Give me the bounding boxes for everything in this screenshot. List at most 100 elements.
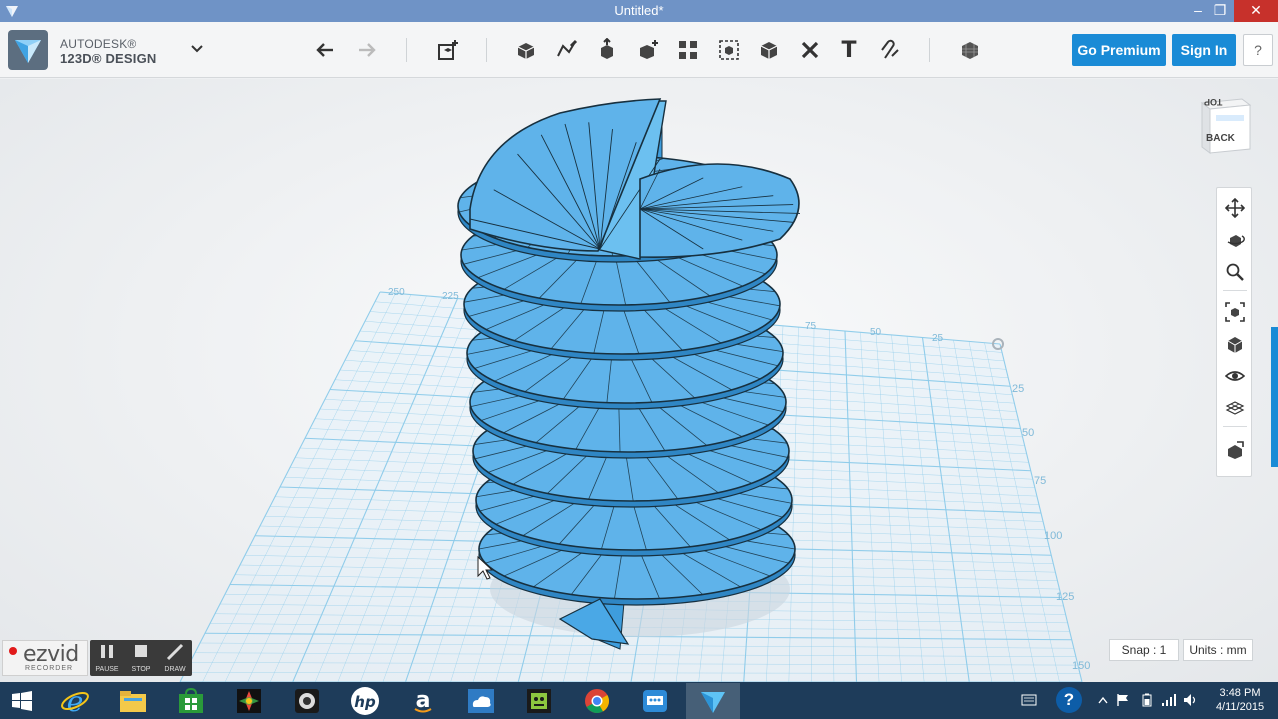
pause-button[interactable]: PAUSE <box>90 640 124 676</box>
grid-label-top: 75 <box>805 321 817 332</box>
pause-label: PAUSE <box>95 666 119 673</box>
draw-label: DRAW <box>164 666 186 673</box>
internet-explorer-icon: e <box>61 686 89 716</box>
taskbar: e hp a ? 3:48 PM 4/11/2015 <box>0 682 1278 719</box>
record-indicator-icon <box>9 647 17 655</box>
scene-canvas[interactable]: 250 225 75 50 25 25 50 75 100 125 150 <box>0 79 1278 682</box>
draw-button[interactable]: DRAW <box>158 640 192 676</box>
combine-icon[interactable] <box>755 36 783 64</box>
pattern-icon[interactable] <box>674 36 702 64</box>
taskbar-store[interactable] <box>164 683 218 719</box>
construct-icon[interactable] <box>593 36 621 64</box>
primitives-icon[interactable] <box>512 36 540 64</box>
orbit-icon[interactable] <box>1223 228 1247 252</box>
help-button[interactable]: ? <box>1243 34 1273 66</box>
taskbar-media-app[interactable] <box>222 683 276 719</box>
windows-logo-icon <box>12 691 32 711</box>
grouping-icon[interactable] <box>715 36 743 64</box>
material-visibility-icon[interactable] <box>1223 438 1247 462</box>
taskbar-onedrive[interactable] <box>454 683 508 719</box>
ezvid-logo-text: ezvid <box>23 642 79 667</box>
battery-icon[interactable] <box>1138 691 1156 709</box>
help-tray-icon[interactable]: ? <box>1056 687 1082 713</box>
store-icon <box>179 687 203 713</box>
sign-in-button[interactable]: Sign In <box>1172 34 1236 66</box>
redo-icon[interactable] <box>352 36 380 64</box>
camera-icon <box>295 689 319 713</box>
system-clock[interactable]: 3:48 PM 4/11/2015 <box>1210 686 1270 714</box>
app-window: Untitled* – ❐ ✕ AUTODESK® 123D® DESIGN T… <box>0 0 1278 719</box>
ezvid-recorder-widget: ezvid RECORDER PAUSE STOP DRAW <box>2 640 192 676</box>
nav-divider <box>1223 290 1247 291</box>
svg-text:e: e <box>67 686 84 716</box>
action-center-flag-icon[interactable] <box>1114 691 1132 709</box>
add-primitive-icon[interactable] <box>434 36 462 64</box>
window-title: Untitled* <box>614 3 664 18</box>
pan-icon[interactable] <box>1223 196 1247 220</box>
grid-settings-icon[interactable] <box>1223 396 1247 420</box>
tray-expand-icon[interactable] <box>1094 691 1112 709</box>
visibility-icon[interactable] <box>1223 364 1247 388</box>
material-icon[interactable] <box>956 36 984 64</box>
taskbar-camera-app[interactable] <box>280 683 334 719</box>
taskbar-amazon[interactable]: a <box>396 683 450 719</box>
keyboard-icon[interactable] <box>1020 691 1038 709</box>
delete-icon[interactable] <box>796 36 824 64</box>
taskbar-remote-app[interactable] <box>628 683 682 719</box>
svg-text:a: a <box>416 688 431 713</box>
app-menu[interactable]: AUTODESK® 123D® DESIGN <box>8 30 208 70</box>
nav-divider <box>1223 426 1247 427</box>
snap-icon[interactable] <box>876 36 904 64</box>
grid-label-right: 50 <box>1022 427 1034 439</box>
volume-icon[interactable] <box>1182 691 1200 709</box>
taskbar-hp[interactable]: hp <box>338 683 392 719</box>
sketch-icon[interactable] <box>553 36 581 64</box>
perspective-icon[interactable] <box>1223 332 1247 356</box>
fit-to-view-icon[interactable] <box>1223 300 1247 324</box>
pen-icon <box>166 643 184 661</box>
media-app-icon <box>237 689 261 713</box>
restore-button[interactable]: ❐ <box>1206 0 1234 22</box>
network-icon[interactable] <box>1160 691 1178 709</box>
svg-text:hp: hp <box>354 693 376 711</box>
chevron-down-icon[interactable] <box>190 44 204 54</box>
film-icon <box>527 689 551 713</box>
taskbar-internet-explorer[interactable]: e <box>48 683 102 719</box>
start-button[interactable] <box>0 683 44 719</box>
toolbar-divider <box>486 38 487 62</box>
zoom-icon[interactable] <box>1223 260 1247 284</box>
stop-label: STOP <box>131 666 151 673</box>
side-panel-tab[interactable] <box>1271 327 1278 467</box>
taskbar-file-explorer[interactable] <box>106 683 160 719</box>
grid-label-right: 75 <box>1034 475 1046 487</box>
toolbar-divider <box>406 38 407 62</box>
view-cube-back-label: BACK <box>1206 133 1235 144</box>
go-premium-button[interactable]: Go Premium <box>1072 34 1166 66</box>
3d-viewport[interactable]: 250 225 75 50 25 25 50 75 100 125 150 TOP BACK <box>0 79 1278 682</box>
spiral-staircase-model[interactable] <box>457 98 801 650</box>
taskbar-video-editor[interactable] <box>512 683 566 719</box>
taskbar-chrome[interactable] <box>570 683 624 719</box>
stop-button[interactable]: STOP <box>124 640 158 676</box>
cloud-icon <box>468 689 494 713</box>
units-setting[interactable]: Units : mm <box>1183 639 1253 661</box>
view-cube[interactable]: TOP BACK <box>1196 93 1254 159</box>
brand-line2: 123D® DESIGN <box>60 51 157 66</box>
close-button[interactable]: ✕ <box>1234 0 1278 22</box>
text-tool-icon[interactable]: T <box>835 36 863 64</box>
clock-time: 3:48 PM <box>1219 687 1261 699</box>
grid-label-top: 225 <box>442 291 459 302</box>
modify-icon[interactable] <box>634 36 662 64</box>
grid-label-right: 150 <box>1072 660 1090 672</box>
snap-setting[interactable]: Snap : 1 <box>1109 639 1179 661</box>
taskbar-123d-design[interactable] <box>686 683 740 719</box>
undo-icon[interactable] <box>312 36 340 64</box>
hp-logo-icon: hp <box>351 687 379 715</box>
grid-label-top: 250 <box>388 287 405 298</box>
main-toolbar: AUTODESK® 123D® DESIGN T Go Premium Sign… <box>0 22 1278 78</box>
ezvid-controls: PAUSE STOP DRAW <box>90 640 192 676</box>
grid-label-top: 50 <box>870 327 882 338</box>
folder-icon <box>120 691 146 712</box>
ezvid-sub-text: RECORDER <box>25 665 74 672</box>
grid-label-top: 25 <box>932 333 944 344</box>
